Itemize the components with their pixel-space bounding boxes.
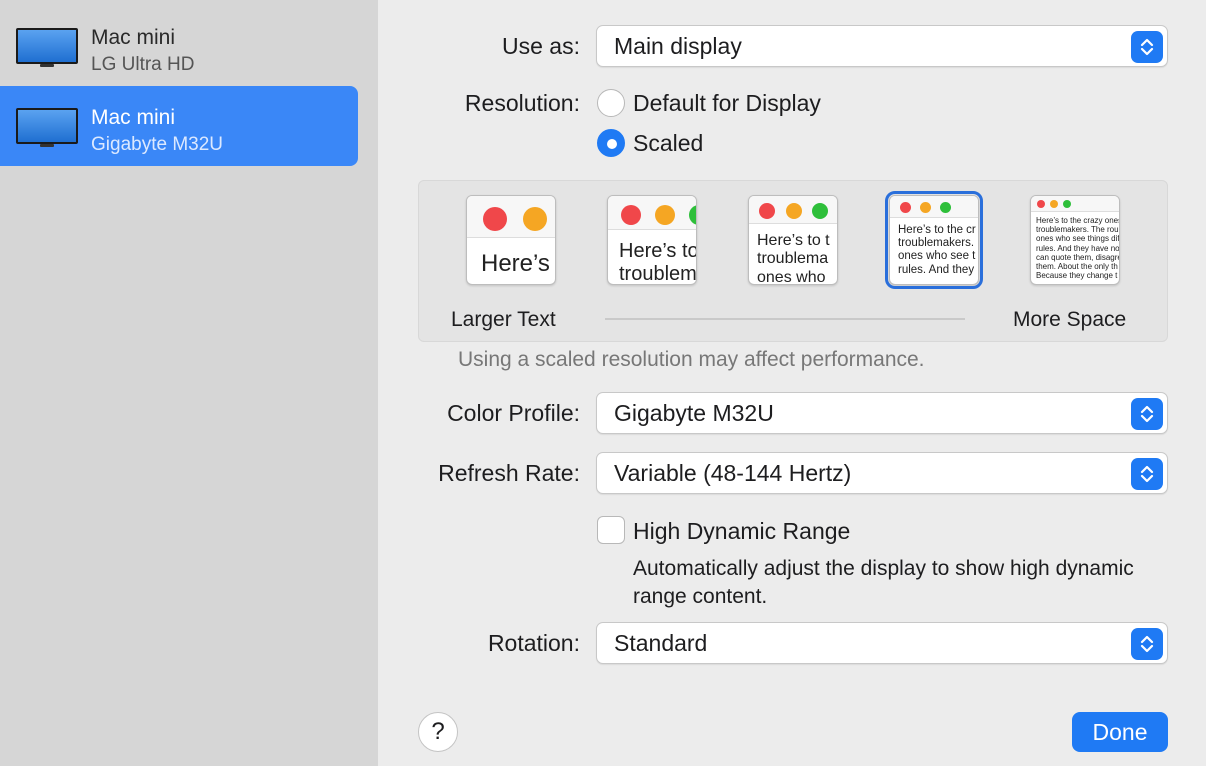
close-dot-icon xyxy=(759,203,775,219)
scaled-resolution-picker: Here’s Here’s to troublem Here’s to t tr… xyxy=(418,180,1168,342)
close-dot-icon xyxy=(1037,200,1045,208)
monitor-icon xyxy=(16,108,78,152)
refresh-rate-value: Variable (48-144 Hertz) xyxy=(614,460,852,486)
color-profile-popup[interactable]: Gigabyte M32U xyxy=(596,392,1168,434)
close-dot-icon xyxy=(621,205,641,225)
use-as-popup[interactable]: Main display xyxy=(596,25,1168,67)
display-name: Mac mini xyxy=(91,106,176,129)
scale-sample-text: Here’s to the crazy ones troublemakers. … xyxy=(1036,216,1120,281)
refresh-rate-label: Refresh Rate: xyxy=(438,460,580,486)
sidebar-item-gigabyte-m32u[interactable]: Mac mini Gigabyte M32U xyxy=(0,86,358,166)
display-sidebar: Mac mini LG Ultra HD Mac mini Gigabyte M… xyxy=(0,0,378,766)
hdr-description: Automatically adjust the display to show… xyxy=(633,557,1134,608)
display-model: LG Ultra HD xyxy=(91,54,195,75)
scale-sample-text: Here’s to troublem xyxy=(619,240,697,285)
scale-sample-text: Here’s to t troublema ones who xyxy=(757,232,830,285)
scale-sample-text: Here’s xyxy=(481,250,550,277)
help-button[interactable]: ? xyxy=(418,712,458,752)
rotation-label: Rotation: xyxy=(487,630,580,656)
hdr-checkbox[interactable] xyxy=(597,516,625,544)
scale-option-5[interactable]: Here’s to the crazy ones troublemakers. … xyxy=(1030,195,1120,285)
scale-sample-text: Here’s to the cr troublemakers. ones who… xyxy=(898,224,976,276)
close-dot-icon xyxy=(483,207,507,231)
chevron-updown-icon xyxy=(1131,31,1163,63)
more-space-label: More Space xyxy=(1013,308,1127,331)
default-for-display-label: Default for Display xyxy=(633,90,821,116)
minimize-dot-icon xyxy=(786,203,802,219)
display-settings-panel: Use as: Main display Resolution: Default… xyxy=(378,0,1206,766)
minimize-dot-icon xyxy=(1050,200,1058,208)
done-button[interactable]: Done xyxy=(1072,712,1168,752)
rotation-popup[interactable]: Standard xyxy=(596,622,1168,664)
use-as-label: Use as: xyxy=(502,33,580,59)
larger-text-label: Larger Text xyxy=(451,308,556,331)
zoom-dot-icon xyxy=(812,203,828,219)
use-as-value: Main display xyxy=(614,33,742,59)
color-profile-value: Gigabyte M32U xyxy=(614,400,774,426)
refresh-rate-popup[interactable]: Variable (48-144 Hertz) xyxy=(596,452,1168,494)
hdr-label: High Dynamic Range xyxy=(633,518,851,544)
monitor-icon xyxy=(16,28,78,72)
display-model: Gigabyte M32U xyxy=(91,134,224,155)
scale-option-2[interactable]: Here’s to troublem xyxy=(607,195,697,285)
scale-option-4[interactable]: Here’s to the cr troublemakers. ones who… xyxy=(885,191,983,289)
radio-default-for-display[interactable] xyxy=(597,89,625,117)
sidebar-item-lg-ultra-hd[interactable]: Mac mini LG Ultra HD xyxy=(0,6,358,86)
rotation-value: Standard xyxy=(614,630,708,656)
radio-scaled[interactable] xyxy=(597,129,625,157)
resolution-label: Resolution: xyxy=(464,90,580,116)
scaled-performance-note: Using a scaled resolution may affect per… xyxy=(458,348,925,371)
chevron-updown-icon xyxy=(1131,628,1163,660)
close-dot-icon xyxy=(900,202,911,213)
minimize-dot-icon xyxy=(655,205,675,225)
zoom-dot-icon xyxy=(940,202,951,213)
chevron-updown-icon xyxy=(1131,458,1163,490)
scale-option-1[interactable]: Here’s xyxy=(466,195,556,285)
chevron-updown-icon xyxy=(1131,398,1163,430)
scaled-label: Scaled xyxy=(633,130,704,156)
zoom-dot-icon xyxy=(1063,200,1071,208)
display-name: Mac mini xyxy=(91,26,176,49)
color-profile-label: Color Profile: xyxy=(447,400,580,426)
minimize-dot-icon xyxy=(523,207,547,231)
scale-track xyxy=(605,318,965,320)
minimize-dot-icon xyxy=(920,202,931,213)
scale-option-3[interactable]: Here’s to t troublema ones who xyxy=(748,195,838,285)
